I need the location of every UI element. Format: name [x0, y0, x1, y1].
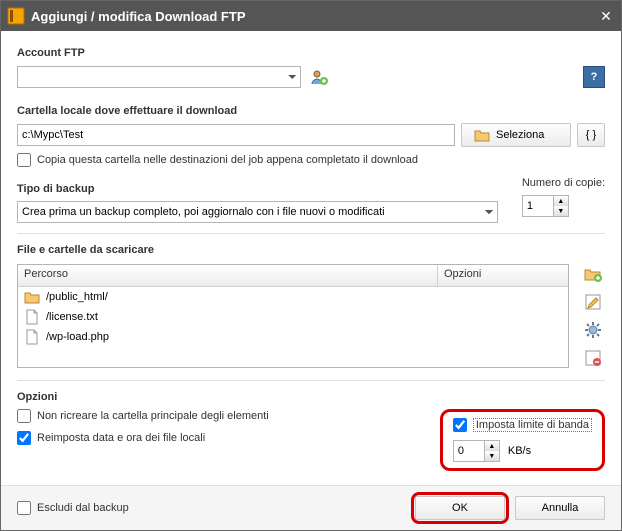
copies-input[interactable]	[522, 195, 554, 217]
edit-icon	[584, 293, 602, 311]
file-icon	[24, 329, 40, 345]
exclude-from-backup-label: Escludi dal backup	[37, 502, 129, 514]
remove-icon	[584, 349, 602, 367]
folder-icon	[474, 128, 490, 142]
options-label: Opzioni	[17, 391, 605, 403]
bandwidth-up[interactable]: ▲	[485, 441, 499, 451]
file-list-table: Percorso Opzioni /public_html/ /license.…	[17, 264, 569, 368]
reset-date-checkbox[interactable]	[17, 431, 31, 445]
edit-item-button[interactable]	[581, 290, 605, 314]
dialog-title: Aggiungi / modifica Download FTP	[31, 9, 597, 24]
row-path: /license.txt	[46, 311, 98, 323]
col-options[interactable]: Opzioni	[438, 265, 568, 286]
help-button[interactable]: ?	[583, 66, 605, 88]
row-path: /wp-load.php	[46, 331, 109, 343]
bandwidth-limit-checkbox[interactable]	[453, 418, 467, 432]
user-add-icon	[310, 68, 328, 86]
bandwidth-spinner[interactable]: ▲▼	[453, 440, 500, 462]
bandwidth-down[interactable]: ▼	[485, 451, 499, 461]
table-row[interactable]: /wp-load.php	[18, 327, 568, 347]
dialog-footer: Escludi dal backup OK Annulla	[1, 485, 621, 530]
cancel-button[interactable]: Annulla	[515, 496, 605, 520]
table-header: Percorso Opzioni	[18, 265, 568, 287]
table-row[interactable]: /license.txt	[18, 307, 568, 327]
copy-to-destinations-checkbox[interactable]	[17, 153, 31, 167]
bandwidth-highlight: Imposta limite di banda ▲▼ KB/s	[440, 409, 605, 471]
table-row[interactable]: /public_html/	[18, 287, 568, 307]
backup-type-combo[interactable]: Crea prima un backup completo, poi aggio…	[17, 201, 498, 223]
bandwidth-unit: KB/s	[508, 445, 531, 457]
copies-label: Numero di copie:	[522, 177, 605, 189]
copies-spinner[interactable]: ▲▼	[522, 195, 605, 217]
side-toolbar	[581, 262, 605, 370]
app-icon	[7, 7, 25, 25]
table-body[interactable]: /public_html/ /license.txt /wp-load.php	[18, 287, 568, 367]
file-icon	[24, 309, 40, 325]
dialog-window: Aggiungi / modifica Download FTP ✕ Accou…	[0, 0, 622, 531]
reset-date-label: Reimposta data e ora dei file locali	[37, 432, 205, 444]
copies-up[interactable]: ▲	[554, 196, 568, 206]
file-list-label: File e cartelle da scaricare	[17, 244, 605, 256]
bandwidth-limit-label: Imposta limite di banda	[473, 418, 592, 432]
exclude-from-backup-checkbox[interactable]	[17, 501, 31, 515]
titlebar: Aggiungi / modifica Download FTP ✕	[1, 1, 621, 31]
local-folder-label: Cartella locale dove effettuare il downl…	[17, 105, 605, 117]
path-variables-button[interactable]: { }	[577, 123, 605, 147]
no-recreate-checkbox[interactable]	[17, 409, 31, 423]
folder-icon	[24, 289, 40, 305]
ok-button[interactable]: OK	[415, 496, 505, 520]
gear-icon	[584, 321, 602, 339]
local-folder-input[interactable]	[17, 124, 455, 146]
add-item-button[interactable]	[581, 262, 605, 286]
ok-highlight: OK	[415, 496, 505, 520]
bandwidth-input[interactable]	[453, 440, 485, 462]
copies-down[interactable]: ▼	[554, 206, 568, 216]
account-combo[interactable]	[17, 66, 301, 88]
select-folder-button[interactable]: Seleziona	[461, 123, 571, 147]
dialog-body: Account FTP ? Cartella locale dove effet…	[1, 31, 621, 485]
col-path[interactable]: Percorso	[18, 265, 438, 286]
no-recreate-label: Non ricreare la cartella principale degl…	[37, 410, 269, 422]
copy-to-destinations-label: Copia questa cartella nelle destinazioni…	[37, 154, 418, 166]
remove-item-button[interactable]	[581, 346, 605, 370]
account-label: Account FTP	[17, 47, 605, 59]
folder-add-icon	[584, 265, 602, 283]
backup-type-label: Tipo di backup	[17, 183, 498, 195]
add-account-button[interactable]	[307, 65, 331, 89]
row-path: /public_html/	[46, 291, 108, 303]
settings-item-button[interactable]	[581, 318, 605, 342]
close-icon[interactable]: ✕	[597, 7, 615, 25]
